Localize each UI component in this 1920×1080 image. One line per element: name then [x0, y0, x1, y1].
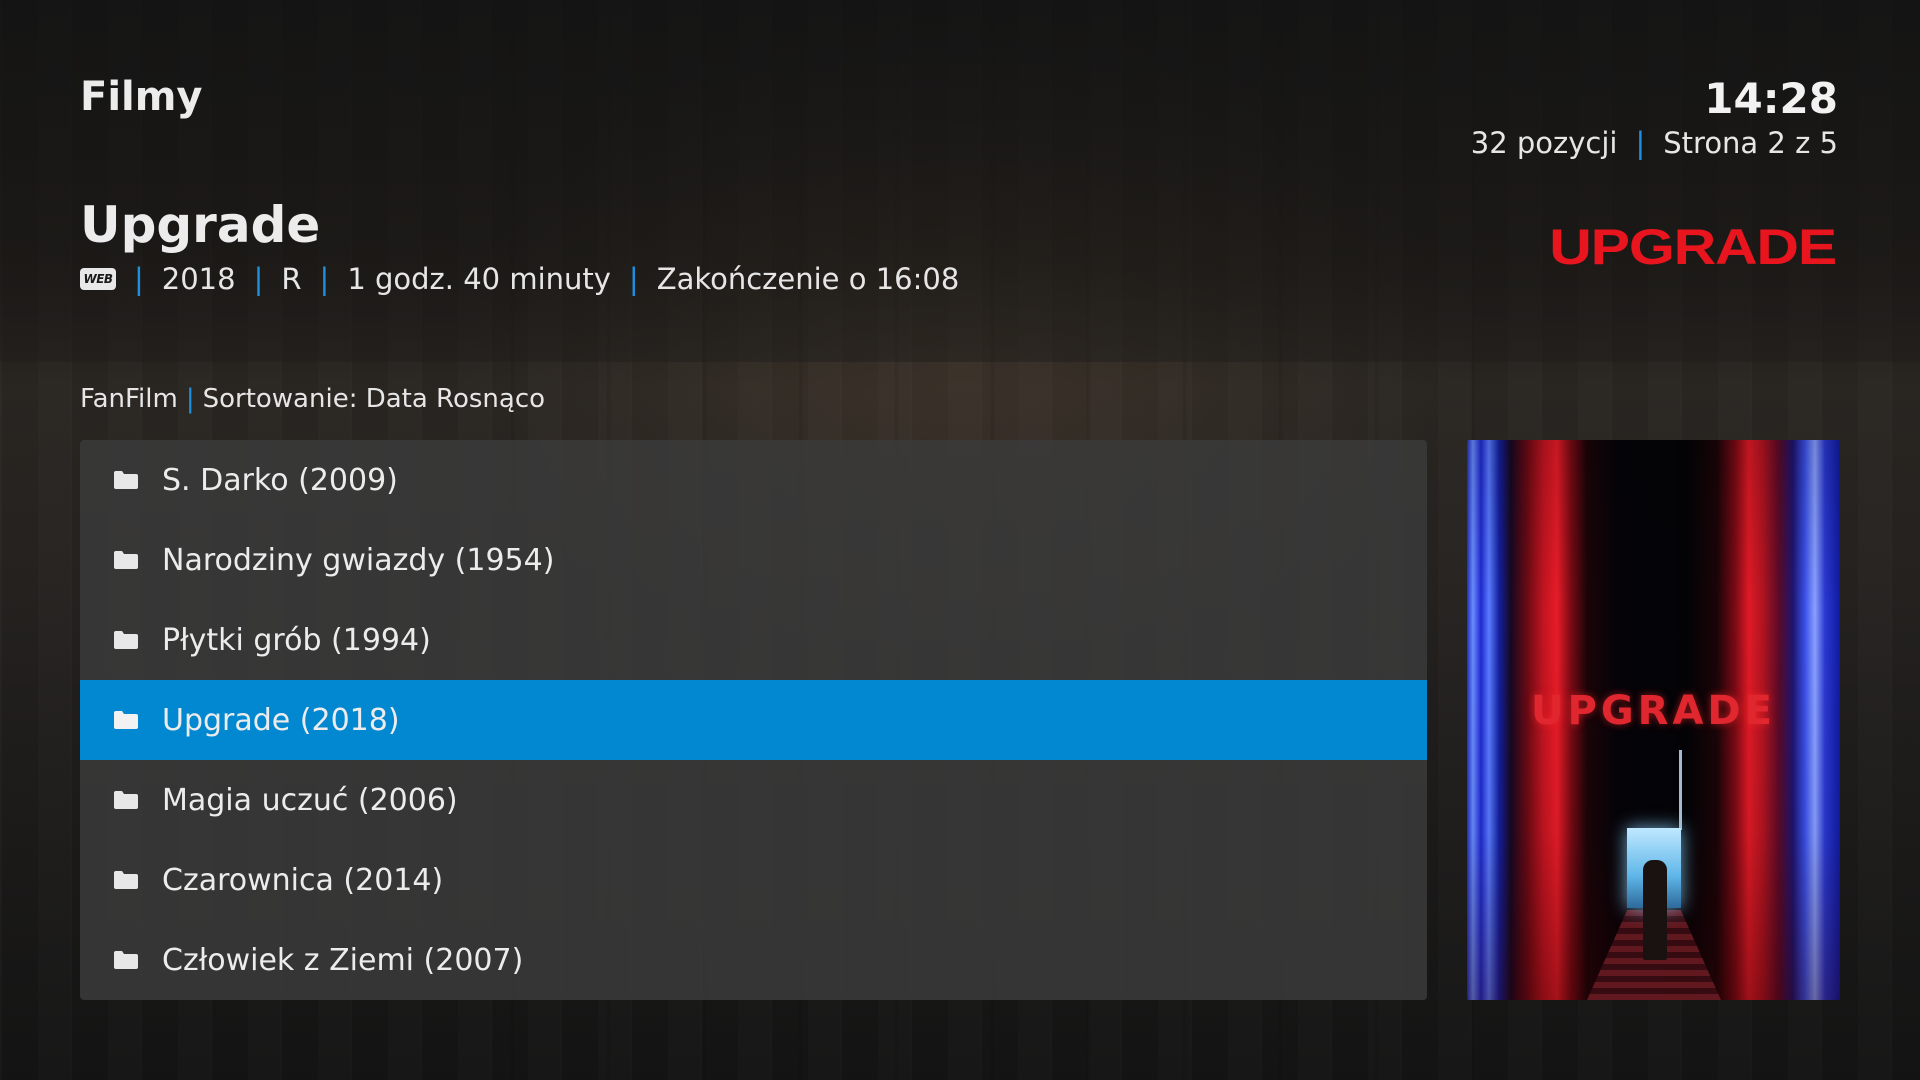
folder-icon: [114, 551, 138, 569]
list-item-label: Narodziny gwiazdy (1954): [162, 542, 555, 578]
list-item-label: Człowiek z Ziemi (2007): [162, 942, 524, 978]
movie-title: Upgrade: [80, 196, 321, 254]
list-item[interactable]: Człowiek z Ziemi (2007): [80, 920, 1427, 1000]
folder-icon: [114, 471, 138, 489]
list-item[interactable]: Narodziny gwiazdy (1954): [80, 520, 1427, 600]
header-band: [0, 0, 1920, 362]
movie-meta-row: WEB | 2018 | R | 1 godz. 40 minuty | Zak…: [80, 262, 959, 296]
poster-figure: [1643, 860, 1667, 960]
page-indicator: Strona 2 z 5: [1663, 126, 1838, 160]
breadcrumb: FanFilm | Sortowanie: Data Rosnąco: [80, 384, 545, 414]
movie-clearlogo: UPGRADE: [1549, 219, 1837, 275]
poster-light-beam: [1679, 750, 1682, 830]
folder-icon: [114, 871, 138, 889]
list-item-label: Magia uczuć (2006): [162, 782, 458, 818]
movie-list: S. Darko (2009) Narodziny gwiazdy (1954)…: [80, 440, 1427, 1000]
movie-year: 2018: [161, 262, 236, 296]
list-item[interactable]: Płytki grób (1994): [80, 600, 1427, 680]
folder-icon: [114, 711, 138, 729]
separator: |: [1635, 126, 1646, 160]
list-item[interactable]: Magia uczuć (2006): [80, 760, 1427, 840]
poster-title: UPGRADE: [1531, 688, 1776, 734]
list-item[interactable]: Czarownica (2014): [80, 840, 1427, 920]
list-item-label: Upgrade (2018): [162, 702, 400, 738]
web-source-icon: WEB: [80, 268, 116, 290]
section-title: Filmy: [80, 74, 203, 120]
movie-end-time: Zakończenie o 16:08: [656, 262, 960, 296]
list-item[interactable]: S. Darko (2009): [80, 440, 1427, 520]
breadcrumb-source[interactable]: FanFilm: [80, 384, 178, 414]
item-count: 32 pozycji: [1470, 126, 1618, 160]
folder-icon: [114, 951, 138, 969]
separator: |: [319, 262, 330, 296]
movie-poster[interactable]: UPGRADE: [1467, 440, 1840, 1000]
separator: |: [185, 384, 195, 414]
separator: |: [134, 262, 144, 296]
list-item-label: Czarownica (2014): [162, 862, 444, 898]
movie-runtime: 1 godz. 40 minuty: [347, 262, 611, 296]
movie-rating: R: [281, 262, 302, 296]
list-item-selected[interactable]: Upgrade (2018): [80, 680, 1427, 760]
list-item-label: S. Darko (2009): [162, 462, 398, 498]
folder-icon: [114, 631, 138, 649]
folder-icon: [114, 791, 138, 809]
media-library-screen: Filmy 14:28 32 pozycji | Strona 2 z 5 Upgr…: [0, 0, 1920, 1080]
separator: |: [628, 262, 639, 296]
list-item-label: Płytki grób (1994): [162, 622, 431, 658]
page-info: 32 pozycji | Strona 2 z 5: [1471, 126, 1838, 160]
clock: 14:28: [1704, 74, 1838, 123]
separator: |: [253, 262, 264, 296]
breadcrumb-sort[interactable]: Sortowanie: Data Rosnąco: [203, 384, 545, 414]
